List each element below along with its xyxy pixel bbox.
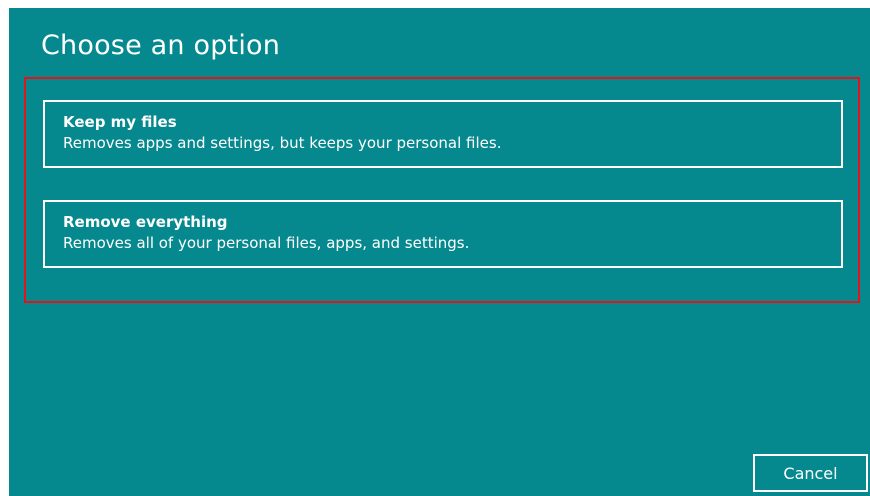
option-description: Removes apps and settings, but keeps you…: [63, 134, 502, 152]
keep-my-files-option[interactable]: Keep my files Removes apps and settings,…: [43, 100, 843, 168]
cancel-button[interactable]: Cancel: [753, 454, 868, 492]
remove-everything-option[interactable]: Remove everything Removes all of your pe…: [43, 200, 843, 268]
option-title: Keep my files: [63, 113, 177, 131]
option-description: Removes all of your personal files, apps…: [63, 234, 470, 252]
reset-dialog: Choose an option Keep my files Removes a…: [9, 8, 870, 496]
option-title: Remove everything: [63, 213, 228, 231]
page-title: Choose an option: [41, 30, 281, 61]
